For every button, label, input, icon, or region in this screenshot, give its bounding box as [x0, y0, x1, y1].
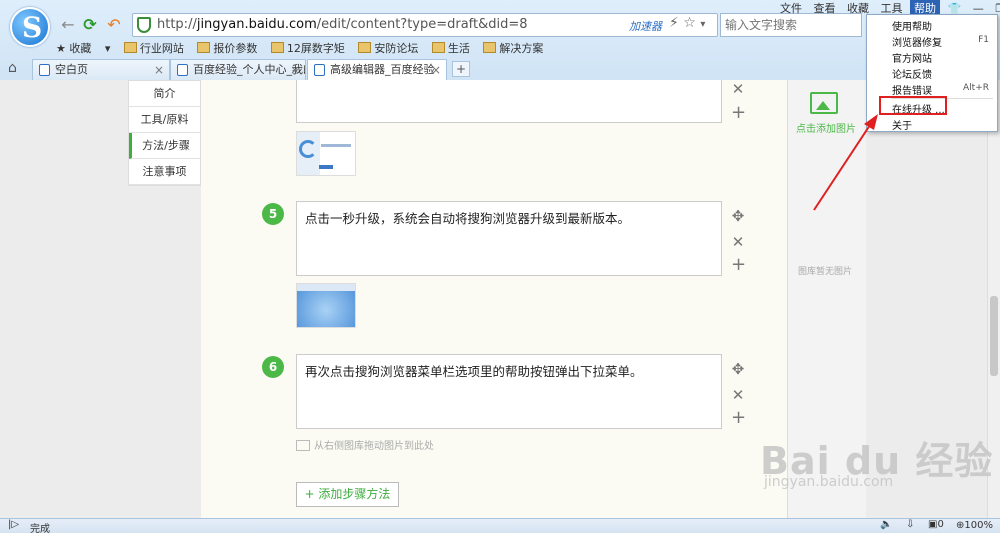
- new-tab-button[interactable]: +: [452, 61, 470, 77]
- nav-intro[interactable]: 简介: [129, 81, 200, 107]
- drop-image-hint: 从右侧图库拖动图片到此处: [296, 437, 434, 452]
- delete-icon[interactable]: ✕: [731, 233, 745, 251]
- address-icons: ⚡ ☆ ▾: [669, 15, 705, 31]
- nav-steps[interactable]: 方法/步骤: [129, 133, 200, 159]
- scrollbar-thumb[interactable]: [990, 296, 998, 376]
- add-icon[interactable]: +: [731, 254, 746, 275]
- accelerator-link[interactable]: 加速器: [629, 18, 662, 34]
- tab-bar: ⌂ 空白页 × 百度经验_个人中心_我的 × 高级编辑器_百度经验 × +: [0, 58, 1000, 80]
- favorites-bar: ★ 收藏 ▾ 行业网站 报价参数 12屏数字矩 安防论坛 生活 解决方案: [56, 40, 553, 56]
- step-textbox[interactable]: 点击一秒升级，系统会自动将搜狗浏览器升级到最新版本。: [296, 201, 722, 276]
- download-icon[interactable]: ⇩: [906, 519, 914, 530]
- status-text: 完成: [30, 524, 50, 533]
- step-editor: ✕ + 5 点击一秒升级，系统会自动将搜狗浏览器升级到最新版本。 ✥ ✕ + 6…: [201, 80, 787, 518]
- tab-close-icon[interactable]: ×: [154, 60, 164, 80]
- home-icon[interactable]: ⌂: [8, 60, 17, 76]
- move-icon[interactable]: ✥: [731, 207, 745, 225]
- fav-folder[interactable]: 生活: [432, 42, 470, 55]
- browser-toolbar: S ← ⟳ ↶ http://jingyan.baidu.com/edit/co…: [0, 0, 1000, 84]
- back-arrow-icon[interactable]: ←: [58, 15, 78, 35]
- annotation-arrow-icon: [813, 114, 878, 211]
- address-bar[interactable]: http://jingyan.baidu.com/edit/content?ty…: [132, 13, 718, 37]
- menu-item-forum-feedback[interactable]: 论坛反馈: [892, 66, 932, 81]
- delete-icon[interactable]: ✕: [731, 386, 745, 404]
- star-icon[interactable]: ☆: [683, 15, 696, 31]
- speaker-icon[interactable]: 🔈: [880, 519, 892, 530]
- add-icon[interactable]: +: [731, 102, 746, 123]
- step-number: 6: [262, 356, 284, 378]
- status-bar: |▷ 完成 🔈 ⇩ ▣0 ⊕100%: [0, 518, 1000, 533]
- dropdown-icon[interactable]: ▾: [700, 19, 705, 30]
- tab-blank[interactable]: 空白页 ×: [32, 59, 170, 80]
- section-nav: 简介 工具/原料 方法/步骤 注意事项: [128, 80, 201, 186]
- picture-icon: [296, 440, 310, 451]
- security-shield-icon: [137, 17, 151, 33]
- lightning-icon[interactable]: ⚡: [669, 15, 679, 31]
- tab-advanced-editor[interactable]: 高级编辑器_百度经验 ×: [307, 59, 447, 80]
- step-image-thumbnail[interactable]: [296, 283, 356, 328]
- fav-folder[interactable]: 解决方案: [483, 42, 543, 55]
- counter-badge[interactable]: ▣0: [928, 519, 944, 530]
- shortcut-alt-r: Alt+R: [963, 83, 989, 93]
- url-text[interactable]: http://jingyan.baidu.com/edit/content?ty…: [157, 17, 528, 32]
- menu-item-browser-repair[interactable]: 浏览器修复: [892, 34, 942, 49]
- shortcut-f1: F1: [978, 35, 989, 45]
- menu-bar: 文件 查看 收藏 工具 帮助 👕 — ❐ ✕: [776, 0, 1000, 16]
- search-input[interactable]: [721, 14, 861, 36]
- step-textbox[interactable]: 再次点击搜狗浏览器菜单栏选项里的帮助按钮弹出下拉菜单。: [296, 354, 722, 429]
- tab-personal-center[interactable]: 百度经验_个人中心_我的 ×: [170, 59, 306, 80]
- nav-tools[interactable]: 工具/原料: [129, 107, 200, 133]
- fav-folder[interactable]: 12屏数字矩: [271, 42, 345, 55]
- menu-view[interactable]: 查看: [810, 0, 840, 16]
- menu-item-report-error[interactable]: 报告错误: [892, 82, 932, 97]
- zoom-level[interactable]: ⊕100%: [956, 520, 993, 531]
- undo-icon[interactable]: ↶: [104, 15, 124, 35]
- fav-folder[interactable]: 报价参数: [197, 42, 257, 55]
- menu-item-about[interactable]: 关于: [892, 117, 912, 132]
- step-number: 5: [262, 203, 284, 225]
- nav-notes[interactable]: 注意事项: [129, 159, 200, 185]
- fav-folder[interactable]: 行业网站: [124, 42, 184, 55]
- baidu-watermark: Bai du 经验 jingyan.baidu.com: [760, 439, 994, 490]
- refresh-icon[interactable]: ⟳: [80, 15, 100, 35]
- search-box[interactable]: [720, 13, 862, 37]
- sogou-logo[interactable]: S: [10, 7, 50, 47]
- move-icon[interactable]: ✥: [731, 360, 745, 378]
- step-textbox-prev[interactable]: [296, 80, 722, 123]
- add-icon[interactable]: +: [731, 407, 746, 428]
- favorites-menu[interactable]: ★ 收藏 ▾: [56, 42, 110, 55]
- tab-close-icon[interactable]: ×: [431, 60, 441, 80]
- menu-file[interactable]: 文件: [776, 0, 806, 16]
- delete-icon[interactable]: ✕: [731, 80, 745, 98]
- fav-folder[interactable]: 安防论坛: [358, 42, 418, 55]
- add-step-button[interactable]: + 添加步骤方法: [296, 482, 399, 507]
- gallery-empty-text: 图库暂无图片: [798, 267, 853, 277]
- menu-item-official-site[interactable]: 官方网站: [892, 50, 932, 65]
- step-image-thumbnail[interactable]: [296, 131, 356, 176]
- tab-close-icon[interactable]: ×: [290, 60, 300, 80]
- sidebar-toggle-icon[interactable]: |▷: [8, 519, 19, 530]
- menu-item-usage-help[interactable]: 使用帮助: [892, 18, 932, 33]
